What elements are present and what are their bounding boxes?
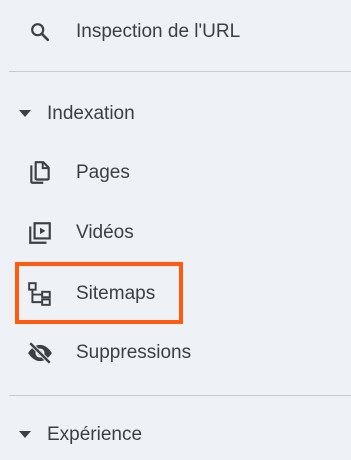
nav-item-url-inspection[interactable]: Inspection de l'URL	[0, 4, 351, 60]
nav-item-label: Vidéos	[76, 222, 134, 243]
videos-icon	[27, 220, 53, 246]
nav-item-label: Suppressions	[76, 342, 192, 363]
nav-item-label: Inspection de l'URL	[76, 21, 241, 42]
search-icon	[27, 19, 53, 45]
caret-down-icon	[18, 430, 32, 440]
nav-item-label: Pages	[76, 162, 130, 183]
section-label: Indexation	[47, 103, 135, 124]
sidebar-nav: Inspection de l'URL Indexation Pages Vid…	[0, 0, 351, 456]
section-label: Expérience	[47, 424, 143, 445]
nav-item-sitemaps[interactable]: Sitemaps	[0, 266, 351, 322]
nav-item-label: Sitemaps	[76, 283, 156, 304]
visibility-off-icon	[27, 340, 53, 366]
section-indexation[interactable]: Indexation	[0, 89, 351, 139]
caret-down-icon	[18, 109, 32, 119]
nav-item-pages[interactable]: Pages	[0, 145, 351, 201]
sitemap-icon	[27, 281, 53, 307]
divider	[9, 71, 351, 72]
pages-icon	[27, 160, 53, 186]
divider	[9, 395, 351, 396]
nav-item-removals[interactable]: Suppressions	[0, 325, 351, 381]
section-experience[interactable]: Expérience	[0, 410, 351, 460]
nav-item-videos[interactable]: Vidéos	[0, 205, 351, 261]
